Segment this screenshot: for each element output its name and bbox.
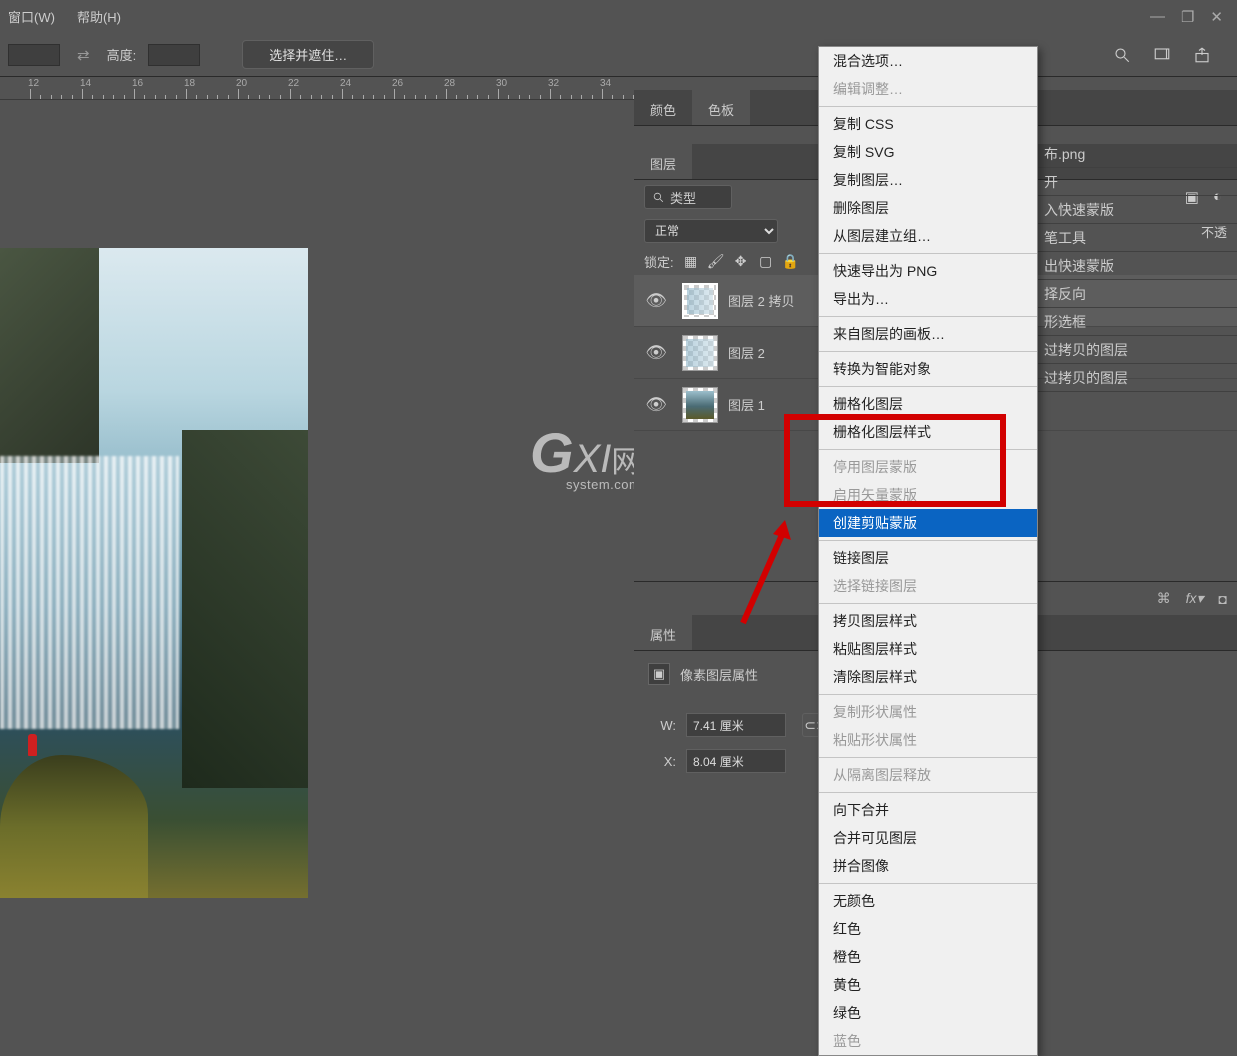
menu-bar: 窗口(W) 帮助(H) — ❐ ✕ [0,0,1237,33]
cm-select-linked: 选择链接图层 [819,572,1037,600]
workspace-icon[interactable] [1153,46,1171,64]
cm-copy-layer-style[interactable]: 拷贝图层样式 [819,607,1037,635]
layer-name: 图层 2 拷贝 [728,291,794,310]
canvas-area [0,100,634,899]
cm-paste-shape-attr: 粘贴形状属性 [819,726,1037,754]
props-title: 像素图层属性 [680,665,758,684]
cm-release-isolation: 从隔离图层释放 [819,761,1037,789]
lock-transparent-icon[interactable]: ▦ [683,254,699,270]
maximize-icon[interactable]: ❐ [1181,8,1194,26]
right-peek-list: 布.png开入快速蒙版笔工具出快速蒙版择反向形选框过拷贝的图层过拷贝的图层 [1038,140,1237,392]
cm-red[interactable]: 红色 [819,915,1037,943]
layer-thumbnail[interactable] [682,283,718,319]
lock-artboard-icon[interactable]: ▢ [758,254,774,270]
cm-yellow[interactable]: 黄色 [819,971,1037,999]
cm-orange[interactable]: 橙色 [819,943,1037,971]
tab-layers[interactable]: 图层 [634,144,692,179]
cm-export-as[interactable]: 导出为… [819,285,1037,313]
peek-item[interactable]: 布.png [1038,140,1237,168]
share-icon[interactable] [1193,46,1211,64]
visibility-icon[interactable]: 👁 [640,291,672,311]
width-value-input[interactable] [686,713,786,737]
filter-search-icon [652,191,665,204]
pixel-layer-icon: ▣ [648,663,670,685]
height-label: 高度: [107,45,137,64]
height-input[interactable] [148,44,200,66]
cm-merge-down[interactable]: 向下合并 [819,796,1037,824]
x-value-input[interactable] [686,749,786,773]
cm-flatten[interactable]: 拼合图像 [819,852,1037,880]
fx-icon[interactable]: fx▾ [1186,590,1204,607]
search-icon[interactable] [1113,46,1131,64]
cm-green[interactable]: 绿色 [819,999,1037,1027]
x-label: X: [648,754,676,769]
close-icon[interactable]: ✕ [1210,8,1223,26]
cm-rasterize-layer[interactable]: 栅格化图层 [819,390,1037,418]
layer-thumbnail[interactable] [682,335,718,371]
visibility-icon[interactable]: 👁 [640,395,672,415]
peek-item[interactable]: 开 [1038,168,1237,196]
document[interactable] [0,248,308,898]
visibility-icon[interactable]: 👁 [640,343,672,363]
peek-item[interactable]: 过拷贝的图层 [1038,364,1237,392]
blend-mode-select[interactable]: 正常 [644,219,778,243]
tab-swatch[interactable]: 色板 [692,90,750,125]
cm-group-from-layers[interactable]: 从图层建立组… [819,222,1037,250]
cm-paste-layer-style[interactable]: 粘贴图层样式 [819,635,1037,663]
cm-duplicate-layer[interactable]: 复制图层… [819,166,1037,194]
options-bar: ⇄ 高度: 选择并遮住… [0,33,1237,77]
peek-item[interactable]: 入快速蒙版 [1038,196,1237,224]
select-and-mask-button[interactable]: 选择并遮住… [242,40,374,69]
cm-delete-layer[interactable]: 删除图层 [819,194,1037,222]
tab-properties[interactable]: 属性 [634,615,692,650]
swap-dims-icon[interactable]: ⇄ [72,46,95,64]
cm-copy-shape-attr: 复制形状属性 [819,698,1037,726]
layer-name: 图层 1 [728,395,765,414]
layer-context-menu: 混合选项… 编辑调整… 复制 CSS 复制 SVG 复制图层… 删除图层 从图层… [818,46,1038,1056]
lock-position-icon[interactable]: ✥ [733,254,749,270]
cm-copy-svg[interactable]: 复制 SVG [819,138,1037,166]
peek-item[interactable]: 形选框 [1038,308,1237,336]
cm-copy-css[interactable]: 复制 CSS [819,110,1037,138]
cm-artboard-from-layer[interactable]: 来自图层的画板… [819,320,1037,348]
cm-merge-visible[interactable]: 合并可见图层 [819,824,1037,852]
cm-rasterize-style[interactable]: 栅格化图层样式 [819,418,1037,446]
lock-all-icon[interactable]: 🔒 [783,254,799,270]
layer-name: 图层 2 [728,343,765,362]
peek-item[interactable]: 出快速蒙版 [1038,252,1237,280]
w-label: W: [648,718,676,733]
cm-blend-options[interactable]: 混合选项… [819,47,1037,75]
mask-icon[interactable]: ◘ [1219,591,1227,607]
lock-pixels-icon[interactable]: 🖌 [708,254,724,270]
cm-link-layers[interactable]: 链接图层 [819,544,1037,572]
link-layers-icon[interactable]: ⌘ [1157,590,1171,607]
layer-filter-type[interactable]: 类型 [644,185,732,209]
cm-convert-smart-object[interactable]: 转换为智能对象 [819,355,1037,383]
cm-quick-export-png[interactable]: 快速导出为 PNG [819,257,1037,285]
cm-disable-layer-mask: 停用图层蒙版 [819,453,1037,481]
cm-clear-layer-style[interactable]: 清除图层样式 [819,663,1037,691]
peek-item[interactable]: 择反向 [1038,280,1237,308]
menu-window[interactable]: 窗口(W) [8,7,55,26]
cm-edit-adjust: 编辑调整… [819,75,1037,103]
peek-item[interactable]: 笔工具 [1038,224,1237,252]
menu-help[interactable]: 帮助(H) [77,7,121,26]
cm-enable-vector-mask: 启用矢量蒙版 [819,481,1037,509]
watermark: GXI网 system.com [530,420,641,492]
tab-color[interactable]: 颜色 [634,90,692,125]
width-input[interactable] [8,44,60,66]
cm-no-color[interactable]: 无颜色 [819,887,1037,915]
lock-label: 锁定: [644,252,674,271]
peek-item[interactable]: 过拷贝的图层 [1038,336,1237,364]
cm-blue[interactable]: 蓝色 [819,1027,1037,1055]
minimize-icon[interactable]: — [1150,8,1165,26]
cm-create-clipping-mask[interactable]: 创建剪贴蒙版 [819,509,1037,537]
layer-thumbnail[interactable] [682,387,718,423]
